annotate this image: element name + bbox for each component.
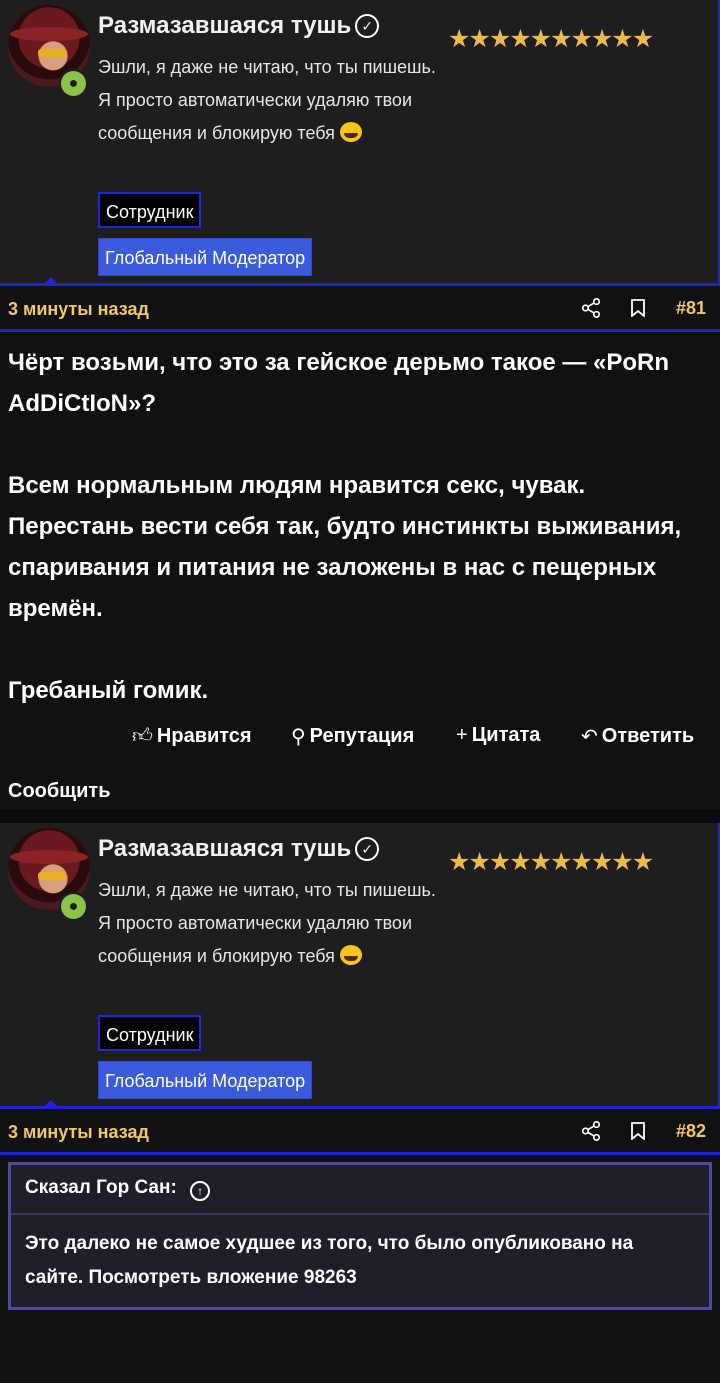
arrow-up-circle-icon[interactable]: ↑: [190, 1181, 211, 1201]
post-body: Чёрт возьми, что это за гейское дерьмо т…: [0, 332, 720, 711]
author-status: Эшли, я даже не читаю, что ты пишешь. Я …: [98, 880, 436, 966]
post-time[interactable]: 3 минуты назад: [8, 1122, 149, 1143]
post-81: ● Размазавшаяся тушь ✓ ★★★★★★★★★★ Эшли, …: [0, 0, 720, 809]
author-name[interactable]: Размазавшаяся тушь ✓: [98, 835, 380, 863]
online-status-icon: ●: [59, 69, 88, 98]
quote-text: Это далеко не самое худшее из того, что …: [25, 1233, 634, 1288]
rating-stars: ★★★★★★★★★★: [448, 848, 654, 876]
online-status-icon: ●: [59, 892, 88, 921]
role-badge: Глобальный Модератор: [98, 238, 313, 276]
verified-icon: ✓: [355, 837, 380, 861]
author-name[interactable]: Размазавшаяся тушь ✓: [98, 12, 380, 40]
reply-icon: ↶: [581, 726, 598, 748]
verified-icon: ✓: [355, 14, 380, 38]
search-icon: ⚲: [291, 726, 306, 748]
thumbs-up-icon: 👍︎: [132, 725, 153, 747]
post-time[interactable]: 3 минуты назад: [8, 299, 149, 320]
report-button[interactable]: Сообщить: [8, 780, 111, 803]
post-paragraph: Всем нормальным людям нравится секс, чув…: [8, 472, 682, 622]
post-meta: 3 минуты назад #82: [0, 1109, 720, 1155]
post-paragraph: Гребаный гомик.: [8, 677, 209, 704]
reputation-button[interactable]: ⚲ Репутация: [291, 724, 414, 749]
bookmark-icon[interactable]: [631, 299, 645, 317]
post-number[interactable]: #82: [676, 1121, 706, 1142]
like-button[interactable]: 👍︎ Нравится: [132, 724, 252, 748]
staff-badge: Сотрудник: [98, 1015, 202, 1051]
quote-button[interactable]: + Цитата: [456, 724, 540, 747]
share-icon[interactable]: [580, 1120, 602, 1142]
post-number[interactable]: #81: [676, 298, 706, 319]
post-paragraph: Чёрт возьми, что это за гейское дерьмо т…: [8, 349, 670, 417]
role-badge: Глобальный Модератор: [98, 1061, 313, 1099]
laughing-emoji-icon: [339, 945, 362, 965]
post-actions: 👍︎ Нравится ⚲ Репутация + Цитата ↶ Ответ…: [0, 711, 720, 809]
author-block: ● Размазавшаяся тушь ✓ ★★★★★★★★★★ Эшли, …: [0, 823, 720, 1109]
laughing-emoji-icon: [339, 122, 362, 142]
quote-header[interactable]: Сказал Гор Сан: ↑: [11, 1165, 709, 1215]
rating-stars: ★★★★★★★★★★: [448, 25, 654, 53]
post-meta: 3 минуты назад #81: [0, 286, 720, 332]
share-icon[interactable]: [580, 297, 602, 319]
author-block: ● Размазавшаяся тушь ✓ ★★★★★★★★★★ Эшли, …: [0, 0, 720, 286]
quote-block: Сказал Гор Сан: ↑ Это далеко не самое ху…: [8, 1162, 712, 1310]
staff-badge: Сотрудник: [98, 192, 202, 228]
plus-icon: +: [456, 724, 468, 746]
post-82: ● Размазавшаяся тушь ✓ ★★★★★★★★★★ Эшли, …: [0, 823, 720, 1310]
author-status: Эшли, я даже не читаю, что ты пишешь. Я …: [98, 57, 436, 143]
reply-button[interactable]: ↶ Ответить: [581, 724, 694, 749]
bookmark-icon[interactable]: [631, 1122, 645, 1140]
